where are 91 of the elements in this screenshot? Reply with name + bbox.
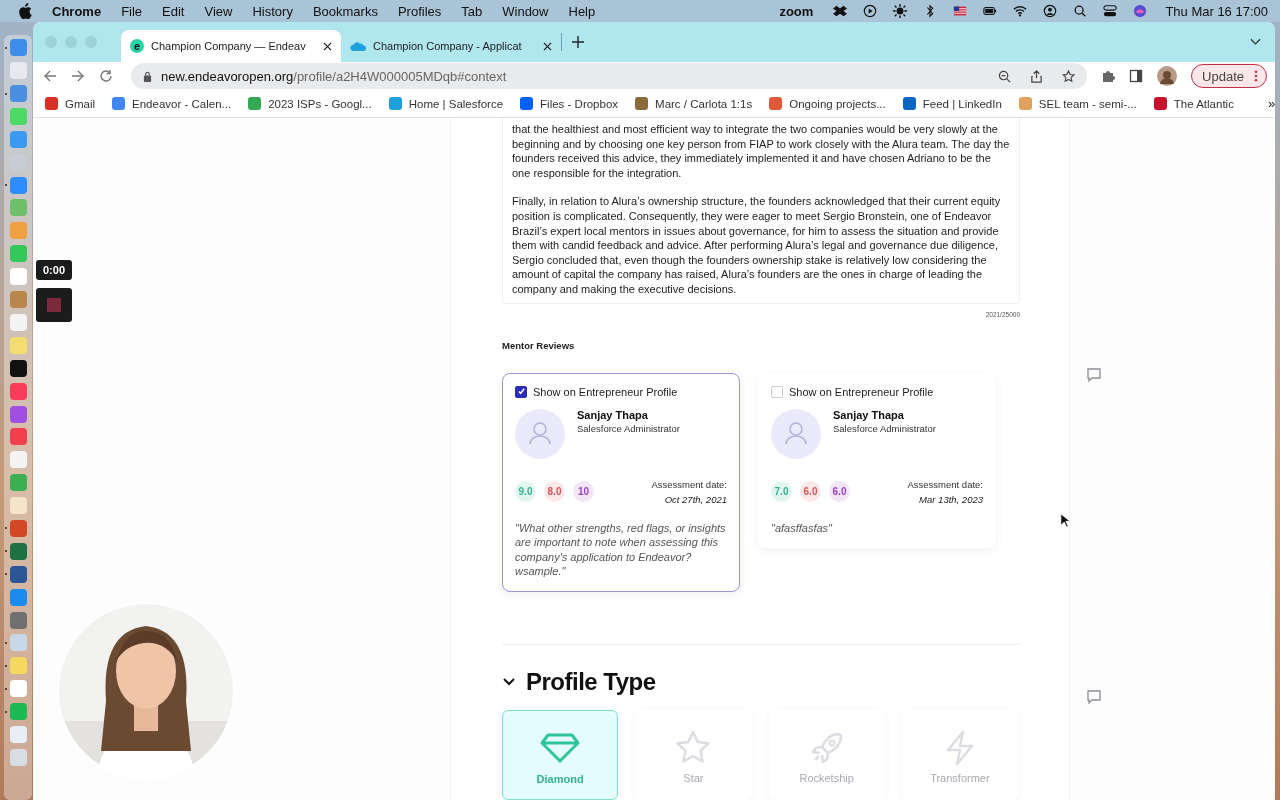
zoom-out-icon[interactable] xyxy=(998,69,1012,83)
comment-icon[interactable] xyxy=(1086,689,1102,705)
url-text: new.endeavoropen.org/profile/a2H4W000005MDqb#context xyxy=(161,68,507,84)
avatar-icon[interactable] xyxy=(1157,66,1178,86)
user-avatar-icon xyxy=(771,408,821,459)
bookmark[interactable]: Files - Dropbox xyxy=(520,97,619,110)
mentor-name: Sanjay Thapa xyxy=(577,408,649,421)
recording-timer: 0:00 xyxy=(36,260,72,280)
reload-icon[interactable] xyxy=(99,69,113,83)
bookmark[interactable]: Feed | LinkedIn xyxy=(902,97,1002,110)
site-logo: e xyxy=(130,39,144,53)
score-badge: 10 xyxy=(573,481,594,503)
score-badge: 9.0 xyxy=(515,481,536,503)
orb-icon[interactable] xyxy=(1133,4,1148,18)
close-icon[interactable] xyxy=(323,41,332,51)
toggle-icon[interactable] xyxy=(1103,4,1118,18)
review-comment: "afasffasfas" xyxy=(771,520,834,536)
score-badge: 7.0 xyxy=(771,481,792,503)
date-label: Assessment date: xyxy=(651,478,727,490)
menu-item[interactable]: Bookmarks xyxy=(312,3,378,19)
date-label: Assessment date: xyxy=(907,478,983,490)
user-icon[interactable] xyxy=(1043,4,1058,18)
stop-button[interactable] xyxy=(36,288,72,322)
forward-icon[interactable] xyxy=(71,69,85,83)
search-icon[interactable] xyxy=(1073,4,1088,18)
play-icon[interactable] xyxy=(863,4,878,18)
bookmark[interactable]: The Atlantic xyxy=(1153,97,1234,110)
paragraph: that the healthiest and most efficient way to integrate the two companies would be very slowly at the beginning and by choosing one key person from FIAP to work closely with the Alura team. The day the founders received this advice, they immediately implemented it and have chosen Adriano to be the one responsible for the integration. xyxy=(512,122,1010,181)
app-menu[interactable]: Chrome xyxy=(52,3,102,19)
paragraph: Finally, in relation to Alura’s ownership structure, the founders acknowledged that their current equity position is complicated. Consequently, they were eager to meet Sergio Bronstein, one of Endeavor Brazil’s expert local mentors in issues about governance, for him to assess the situation and provide them with candid feedback and advice. After performing Alura’s legal and governance due diligence, Sergio concluded that, even though the founders ownership stake is relatively low considering the amount of capital the company has raised, Alura’s founders are the ones in charge of leading the company and making the executive decisions. xyxy=(512,194,1002,297)
lock-icon xyxy=(143,70,152,82)
bookmark[interactable]: Gmail xyxy=(45,97,96,110)
comment-icon[interactable] xyxy=(1086,367,1102,383)
update-button[interactable]: Update xyxy=(1191,64,1267,88)
section-heading: Profile Type xyxy=(526,667,656,696)
mentor-role: Salesforce Administrator xyxy=(833,422,936,434)
menu-item[interactable]: File xyxy=(121,3,143,19)
star-icon[interactable] xyxy=(1062,69,1076,83)
menu-item[interactable]: History xyxy=(252,3,293,19)
tab-title: Champion Company — Endeav xyxy=(151,40,307,52)
app-icon[interactable] xyxy=(9,359,27,377)
share-icon[interactable] xyxy=(1030,69,1044,83)
menu-item[interactable]: Tab xyxy=(461,3,483,19)
sun-icon[interactable] xyxy=(893,4,908,18)
score-badge: 6.0 xyxy=(800,481,821,503)
chevron-down-icon[interactable] xyxy=(1250,38,1261,46)
assessment-date: Oct 27th, 2021 xyxy=(663,493,727,505)
score-badge: 6.0 xyxy=(829,481,850,503)
wifi-icon[interactable] xyxy=(1013,4,1028,18)
side-panel-icon[interactable] xyxy=(1129,69,1144,83)
apple-logo-icon xyxy=(18,3,32,19)
browser-tab[interactable]: Champion Company - Applicat xyxy=(341,30,561,62)
checkbox-label: Show on Entrepreneur Profile xyxy=(789,385,934,398)
bookmark[interactable]: 2023 ISPs - Googl... xyxy=(248,97,372,110)
menu-item[interactable]: Window xyxy=(502,3,549,19)
assessment-date: Mar 13th, 2023 xyxy=(918,493,983,505)
puzzle-icon[interactable] xyxy=(1101,69,1116,83)
menu-item[interactable]: Edit xyxy=(162,3,185,19)
mentor-name: Sanjay Thapa xyxy=(833,408,905,421)
bookmark[interactable]: Home | Salesforce xyxy=(388,97,504,110)
menu-item[interactable]: View xyxy=(204,3,233,19)
battery-icon[interactable] xyxy=(983,4,998,18)
text-area[interactable] xyxy=(502,118,1020,304)
bookmark[interactable]: Ongoing projects... xyxy=(769,97,886,110)
address-bar[interactable]: new.endeavoropen.org/profile/a2H4W000005MDqb#context xyxy=(131,63,1088,89)
score-badge: 8.0 xyxy=(544,481,565,503)
zoom-status-item[interactable]: zoom xyxy=(779,3,814,19)
new-tab-icon[interactable] xyxy=(572,36,584,48)
menu-clock[interactable]: Thu Mar 16 17:00 xyxy=(1165,3,1268,19)
bookmark[interactable]: SEL team - semi-... xyxy=(1018,97,1137,110)
review-comment: "What other strengths, red flags, or insights are important to note when assessing this company's application to Endeavor? wsample." xyxy=(515,520,727,579)
flag-icon[interactable] xyxy=(953,4,968,18)
mentor-role: Salesforce Administrator xyxy=(577,422,680,434)
more-bookmarks-button[interactable]: » xyxy=(1267,96,1275,111)
browser-tab[interactable]: e Champion Company — Endeav xyxy=(121,30,341,62)
checkbox[interactable] xyxy=(515,385,527,398)
bookmark[interactable]: Endeavor - Calen... xyxy=(112,97,232,110)
cloud-icon xyxy=(350,40,366,52)
more-icon xyxy=(1254,70,1258,82)
collapse-toggle[interactable] xyxy=(502,676,516,687)
section-label: Mentor Reviews xyxy=(502,339,576,351)
close-icon[interactable] xyxy=(543,41,552,51)
menu-item[interactable]: Profiles xyxy=(397,3,442,19)
back-icon[interactable] xyxy=(43,69,57,83)
user-avatar-icon xyxy=(515,408,565,459)
review-card[interactable]: Show on Entrepreneur Profile Sanjay Thapa Salesforce Administrator 7.0 6.0 6.0 Assessment date: Mar 13th, 2023 "afasffasfas" xyxy=(758,372,996,549)
review-card[interactable] xyxy=(502,372,740,592)
menu-item[interactable]: Help xyxy=(568,3,596,19)
tab-title: Champion Company - Applicat xyxy=(373,40,523,52)
bookmark[interactable]: Marc / Carlota 1:1s xyxy=(635,97,753,110)
checkbox-label: Show on Entrepreneur Profile xyxy=(533,385,678,398)
